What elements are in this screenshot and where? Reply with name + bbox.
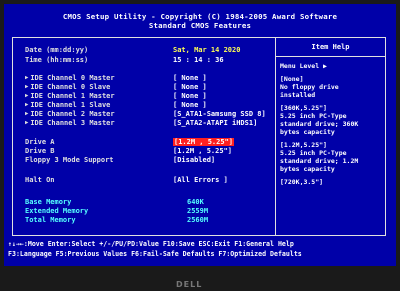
ide-channel-label: IDE Channel 1 Master <box>25 92 114 100</box>
drive-a-row[interactable]: Drive A [1.2M , 5.25"] <box>25 138 235 147</box>
floppy3-label: Floppy 3 Mode Support <box>25 156 114 164</box>
extended-memory-row: Extended Memory 2559M <box>25 207 208 216</box>
bios-title: CMOS Setup Utility - Copyright (C) 1984-… <box>62 12 338 21</box>
ide-channel-value[interactable]: [ None ] <box>173 101 207 110</box>
help-line: [360K,5.25"] <box>280 104 327 112</box>
bios-header: CMOS Setup Utility - Copyright (C) 1984-… <box>4 12 396 30</box>
base-memory-label: Base Memory <box>25 198 72 206</box>
footer-keys-line-2: F3:Language F5:Previous Values F6:Fail-S… <box>8 250 302 258</box>
time-label: Time (hh:mm:ss) <box>25 56 89 64</box>
item-help-body: Menu Level ▶ [None] No floppy drive inst… <box>280 62 384 186</box>
monitor-brand-logo: DELL <box>176 280 203 289</box>
drive-b-row[interactable]: Drive B [1.2M , 5.25"] <box>25 147 232 156</box>
total-memory-row: Total Memory 2560M <box>25 216 208 225</box>
settings-frame: Item Help Date (mm:dd:yy) Sat, Mar 14 20… <box>12 37 386 236</box>
drive-b-value[interactable]: [1.2M , 5.25"] <box>173 147 232 156</box>
base-memory-row: Base Memory 640K <box>25 198 204 207</box>
help-line: standard drive; 360K <box>280 120 359 128</box>
date-value[interactable]: Sat, Mar 14 2020 <box>173 46 240 55</box>
help-line: bytes capacity <box>280 165 335 173</box>
halt-on-label: Halt On <box>25 176 55 184</box>
floppy3-value[interactable]: [Disabled] <box>173 156 215 165</box>
help-line: bytes capacity <box>280 128 335 136</box>
ide-channel-label: IDE Channel 0 Slave <box>25 83 110 91</box>
panel-divider <box>275 38 276 235</box>
drive-a-label: Drive A <box>25 138 55 146</box>
total-memory-label: Total Memory <box>25 216 76 224</box>
help-line: 5.25 inch PC-Type <box>280 149 347 157</box>
item-help-title: Item Help <box>276 38 385 57</box>
ide-channel-label: IDE Channel 2 Master <box>25 110 114 118</box>
halt-on-value[interactable]: [All Errors ] <box>173 176 228 185</box>
ide-channel-value[interactable]: [ None ] <box>173 92 207 101</box>
help-line: [1.2M,5.25"] <box>280 141 327 149</box>
ide-channel-value[interactable]: [S_ATA2-ATAPI iHDS1] <box>173 119 257 128</box>
base-memory-value: 640K <box>187 198 204 206</box>
time-value[interactable]: 15 : 14 : 36 <box>173 56 224 65</box>
help-line: installed <box>280 91 316 99</box>
help-line: No floppy drive <box>280 83 339 91</box>
floppy3-row[interactable]: Floppy 3 Mode Support [Disabled] <box>25 156 215 165</box>
drive-b-label: Drive B <box>25 147 55 155</box>
footer-keys-line-1: ↑↓→←:Move Enter:Select +/-/PU/PD:Value F… <box>8 240 294 248</box>
help-line: 5.25 inch PC-Type <box>280 112 347 120</box>
help-line: standard drive; 1.2M <box>280 157 359 165</box>
extended-memory-label: Extended Memory <box>25 207 89 215</box>
ide-channel-label: IDE Channel 1 Slave <box>25 101 110 109</box>
ide-channel-3-master-row[interactable]: IDE Channel 3 Master [S_ATA2-ATAPI iHDS1… <box>25 119 257 129</box>
help-line: [720K,3.5"] <box>280 178 324 186</box>
date-row[interactable]: Date (mm:dd:yy) Sat, Mar 14 2020 <box>25 46 240 55</box>
time-row[interactable]: Time (hh:mm:ss) 15 : 14 : 36 <box>25 56 224 65</box>
total-memory-value: 2560M <box>187 216 209 224</box>
help-line: [None] <box>280 75 304 83</box>
ide-channel-value[interactable]: [ None ] <box>173 74 207 83</box>
drive-a-value[interactable]: [1.2M , 5.25"] <box>173 138 235 146</box>
extended-memory-value: 2559M <box>187 207 209 215</box>
halt-on-row[interactable]: Halt On [All Errors ] <box>25 176 228 185</box>
ide-channel-label: IDE Channel 0 Master <box>25 74 114 82</box>
ide-channel-value[interactable]: [ None ] <box>173 83 207 92</box>
bios-screen: CMOS Setup Utility - Copyright (C) 1984-… <box>4 4 396 266</box>
date-label: Date (mm:dd:yy) <box>25 46 89 54</box>
ide-channel-label: IDE Channel 3 Master <box>25 119 114 127</box>
help-menu-level: Menu Level ▶ <box>280 62 327 70</box>
page-subtitle: Standard CMOS Features <box>148 21 252 30</box>
ide-channel-value[interactable]: [S_ATA1-Samsung SSD 8] <box>173 110 266 119</box>
